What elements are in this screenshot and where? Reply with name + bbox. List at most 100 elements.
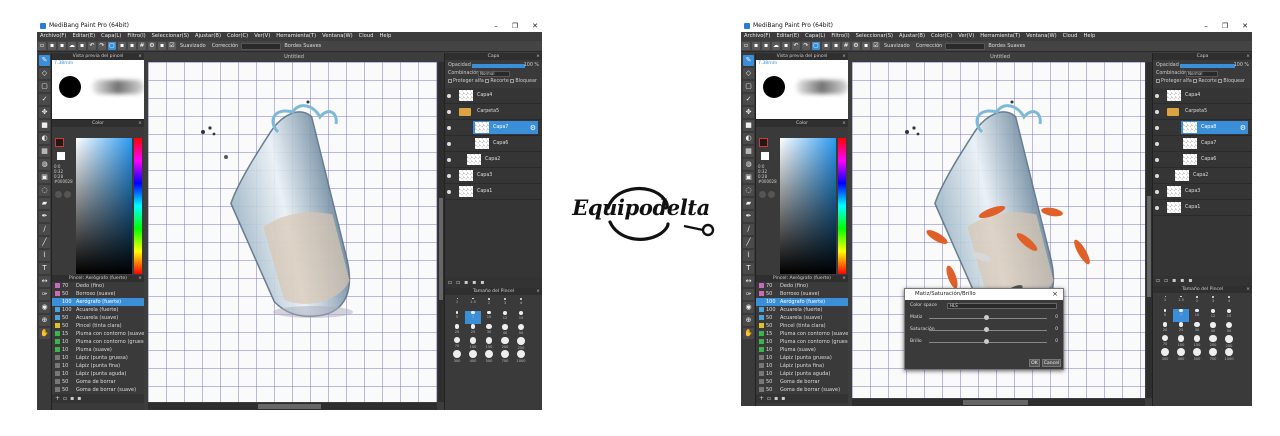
- menu-item-ver[interactable]: Ver(V): [254, 33, 270, 39]
- visibility-icon[interactable]: [447, 190, 451, 194]
- minimize-icon[interactable]: –: [494, 20, 498, 32]
- menu-item-ver[interactable]: Ver(V): [958, 33, 974, 39]
- check-tool-icon[interactable]: ✓: [39, 94, 50, 105]
- size-option[interactable]: 7: [465, 311, 481, 324]
- menu-item-herramienta[interactable]: Herramienta(T): [276, 33, 316, 39]
- background-color-swatch[interactable]: [57, 152, 65, 160]
- brush-item[interactable]: 50 Borroso (suave): [52, 290, 144, 298]
- brightness-knob[interactable]: [984, 339, 989, 344]
- saturation-value-picker[interactable]: [76, 138, 132, 274]
- invert-icon[interactable]: ▪: [128, 42, 136, 50]
- clipping-checkbox[interactable]: [1193, 78, 1198, 83]
- menu-item-color[interactable]: Color(C): [227, 33, 248, 39]
- share-icon[interactable]: ▪: [78, 42, 86, 50]
- magic-wand-icon[interactable]: ▰: [39, 198, 50, 209]
- text-tool-icon[interactable]: T: [39, 263, 50, 274]
- pen-brush-icon[interactable]: ✒: [743, 211, 754, 222]
- undo-icon[interactable]: ↶: [792, 42, 800, 50]
- deselect-icon[interactable]: ▪: [118, 42, 126, 50]
- layer-row[interactable]: Capa8 ⚙: [1153, 120, 1252, 136]
- size-option[interactable]: 100: [1173, 335, 1189, 348]
- size-option[interactable]: 700: [497, 350, 513, 363]
- undo-icon[interactable]: ↶: [88, 42, 96, 50]
- pen-tool-icon[interactable]: ✎: [39, 55, 50, 66]
- horizontal-scrollbar[interactable]: [852, 399, 1145, 406]
- foreground-color-swatch[interactable]: [55, 138, 64, 147]
- visibility-icon[interactable]: [447, 158, 451, 162]
- hue-slider[interactable]: [134, 138, 142, 274]
- brush-item[interactable]: 50 Acuarela (suave): [52, 314, 144, 322]
- background-color-swatch[interactable]: [761, 152, 769, 160]
- menu-item-ventana[interactable]: Ventana(W): [1026, 33, 1056, 39]
- size-option[interactable]: 500: [481, 350, 497, 363]
- menu-item-ajustar[interactable]: Ajustar(B): [899, 33, 925, 39]
- layer-row[interactable]: Capa4: [445, 88, 542, 104]
- size-option[interactable]: 5: [449, 311, 465, 324]
- panel-close-icon[interactable]: ×: [536, 53, 540, 60]
- size-option[interactable]: 70: [449, 337, 465, 350]
- brush-item[interactable]: 10 Pluma (suave): [52, 346, 144, 354]
- eyedropper-icon[interactable]: [55, 191, 62, 198]
- visibility-icon[interactable]: [1155, 190, 1159, 194]
- new-file-icon[interactable]: ▫: [38, 42, 46, 50]
- new-file-icon[interactable]: ▫: [742, 42, 750, 50]
- blur-tool-icon[interactable]: ◍: [39, 159, 50, 170]
- opacity-slider[interactable]: [1180, 64, 1235, 68]
- size-option[interactable]: 15: [513, 311, 529, 324]
- grid-icon[interactable]: #: [138, 42, 146, 50]
- cloud-icon[interactable]: ☁: [772, 42, 780, 50]
- menu-item-archivo[interactable]: Archivo(F): [40, 33, 66, 39]
- maximize-icon[interactable]: ❐: [512, 20, 518, 32]
- move-tool-icon[interactable]: ✥: [743, 107, 754, 118]
- snap-icon[interactable]: ▪: [862, 42, 870, 50]
- invert-icon[interactable]: ▪: [832, 42, 840, 50]
- menu-item-herramienta[interactable]: Herramienta(T): [980, 33, 1020, 39]
- menu-item-seleccionar[interactable]: Seleccionar(S): [152, 33, 189, 39]
- layer-row[interactable]: Capa6: [1153, 152, 1252, 168]
- cancel-button[interactable]: Cancel: [1042, 359, 1061, 367]
- open-file-icon[interactable]: ▪: [48, 42, 56, 50]
- size-option[interactable]: 150: [481, 337, 497, 350]
- bordes-suaves-label[interactable]: Bordes Suaves: [988, 41, 1025, 52]
- visibility-icon[interactable]: [447, 126, 451, 130]
- size-option[interactable]: 40: [1205, 322, 1221, 335]
- copy-layer-icon[interactable]: ▫: [1164, 277, 1172, 284]
- brush-item[interactable]: 50 Goma de borrar: [756, 378, 848, 386]
- gradient-tool-icon[interactable]: ◐: [39, 133, 50, 144]
- ruler-tool-icon[interactable]: ⌇: [743, 250, 754, 261]
- panel-close-icon[interactable]: ×: [138, 120, 142, 127]
- brush-item[interactable]: 10 Lápiz (punta fina): [756, 362, 848, 370]
- line-tool-icon[interactable]: ∕: [39, 224, 50, 235]
- protect-alpha-checkbox[interactable]: [1156, 78, 1160, 83]
- visibility-icon[interactable]: [447, 174, 451, 178]
- brush-item[interactable]: 50 Goma de borrar (suave): [756, 386, 848, 394]
- brush-item[interactable]: 50 Acuarela (suave): [756, 314, 848, 322]
- shape-tool-icon[interactable]: ╱: [39, 237, 50, 248]
- rect-tool-icon[interactable]: ▢: [743, 81, 754, 92]
- rect-tool-icon[interactable]: ▢: [39, 81, 50, 92]
- size-option[interactable]: 12: [1205, 309, 1221, 322]
- size-option[interactable]: 70: [1157, 335, 1173, 348]
- size-option[interactable]: 25: [465, 324, 481, 337]
- transform-tool-icon[interactable]: ↔: [39, 276, 50, 287]
- size-option[interactable]: 150: [1189, 335, 1205, 348]
- size-option[interactable]: 40: [497, 324, 513, 337]
- shape-tool-icon[interactable]: ╱: [743, 237, 754, 248]
- layer-row[interactable]: Capa6: [445, 136, 542, 152]
- add-brush-icon[interactable]: +: [759, 395, 767, 402]
- saturation-knob[interactable]: [984, 327, 989, 332]
- gradient-tool-icon[interactable]: ◐: [743, 133, 754, 144]
- panel-close-icon[interactable]: ×: [842, 53, 846, 60]
- layer-folder-row[interactable]: Carpeta5: [445, 104, 542, 120]
- layer-row[interactable]: Capa2: [1153, 168, 1252, 184]
- text-tool-icon[interactable]: T: [743, 263, 754, 274]
- size-option[interactable]: 30: [481, 324, 497, 337]
- eyedropper-icon[interactable]: [759, 191, 766, 198]
- size-option[interactable]: 7: [1173, 309, 1189, 322]
- blur-tool-icon[interactable]: ◍: [743, 159, 754, 170]
- horizontal-scrollbar[interactable]: [148, 403, 437, 410]
- close-icon[interactable]: ✕: [532, 20, 538, 32]
- size-option[interactable]: 3: [497, 298, 513, 311]
- select-all-icon[interactable]: ▢: [108, 42, 116, 50]
- size-option[interactable]: 20: [1157, 322, 1173, 335]
